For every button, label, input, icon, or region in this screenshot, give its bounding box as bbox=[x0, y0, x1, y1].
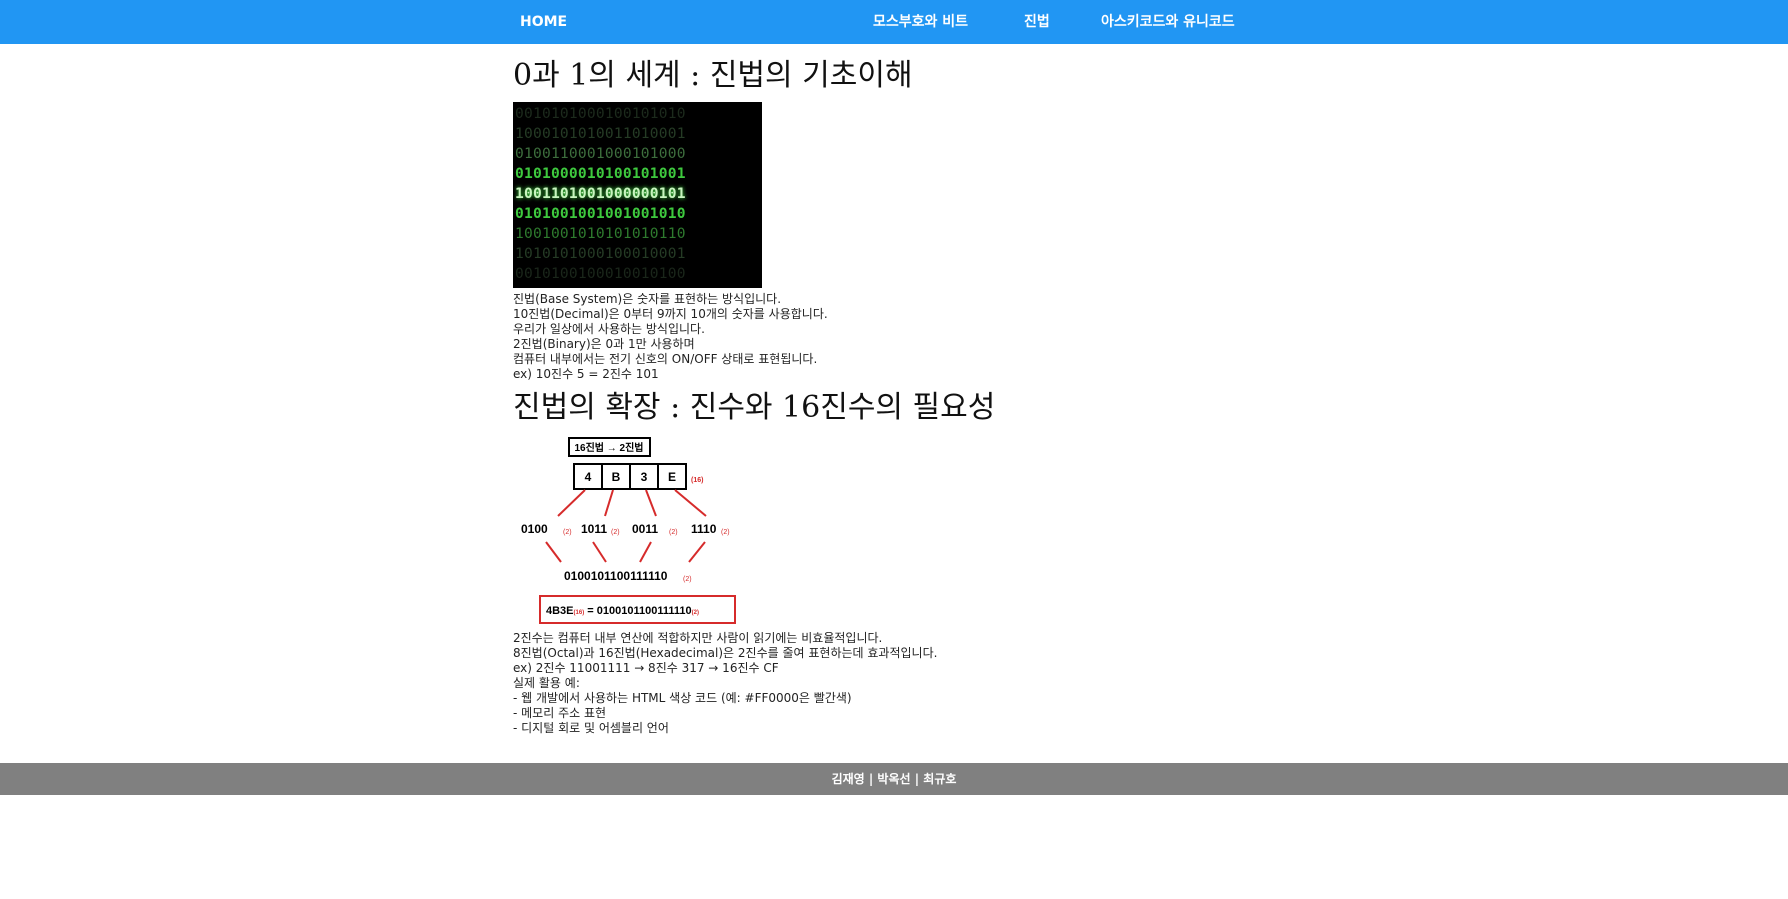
section2-line: - 메모리 주소 표현 bbox=[513, 706, 607, 720]
section2-line: 2진수는 컴퓨터 내부 연산에 적합하지만 사람이 읽기에는 비효율적입니다. bbox=[513, 631, 883, 645]
result-equals: = bbox=[584, 605, 597, 617]
binary-subscript: (2) bbox=[721, 529, 730, 536]
footer: 김재영 | 박옥선 | 최규호 bbox=[0, 763, 1788, 795]
matrix-row: 0101001001001001010 bbox=[515, 205, 686, 222]
top-navbar: HOME 모스부호와 비트 진법 아스키코드와 유니코드 bbox=[0, 0, 1788, 44]
binary-matrix-image: 0010101000100101010 1000101010011010001 … bbox=[513, 102, 762, 288]
matrix-row: 1001001010101010110 bbox=[515, 225, 686, 242]
section2-line: 8진법(Octal)과 16진법(Hexadecimal)은 2진수를 줄여 표… bbox=[513, 646, 938, 660]
result-box: 4B3E(16) = 0100101100111110(2) bbox=[546, 605, 699, 617]
section2-title: 진법의 확장 : 진수와 16진수의 필요성 bbox=[513, 390, 996, 425]
section1-line: 10진법(Decimal)은 0부터 9까지 10개의 숫자를 사용합니다. bbox=[513, 307, 828, 321]
main-content: 0과 1의 세계 : 진법의 기초이해 0010101000100101010 … bbox=[513, 44, 1413, 736]
result-binary: 0100101100111110 bbox=[597, 605, 692, 617]
matrix-row: 1000101010011010001 bbox=[515, 125, 686, 142]
hex-subscript: (16) bbox=[691, 477, 703, 484]
binary-subscript: (2) bbox=[669, 529, 678, 536]
nav-home-link[interactable]: HOME bbox=[520, 0, 567, 44]
binary-subscript: (2) bbox=[563, 529, 572, 536]
combined-binary: 0100101100111110 bbox=[564, 569, 668, 583]
section2-line: - 디지털 회로 및 어셈블리 언어 bbox=[513, 721, 669, 735]
nav-base-link[interactable]: 진법 bbox=[1024, 0, 1050, 44]
matrix-row: 1001101001000000101 bbox=[515, 185, 686, 202]
binary-subscript: (2) bbox=[611, 529, 620, 536]
matrix-row: 0010101000100101010 bbox=[515, 105, 686, 122]
hex-to-binary-diagram: 16진법 → 2진법 4 B 3 E (16) 0100 (2) 1011 (2… bbox=[521, 437, 736, 624]
hex-digit: 3 bbox=[641, 470, 648, 484]
nav-morse-link[interactable]: 모스부호와 비트 bbox=[873, 0, 968, 44]
binary-group: 1011 bbox=[581, 522, 607, 536]
binary-group: 1110 bbox=[691, 522, 717, 536]
section1-title: 0과 1의 세계 : 진법의 기초이해 bbox=[513, 58, 913, 93]
section2-line: 실제 활용 예: bbox=[513, 676, 580, 690]
nav-ascii-link[interactable]: 아스키코드와 유니코드 bbox=[1101, 0, 1235, 44]
result-binary-subscript: (2) bbox=[692, 610, 699, 616]
section1-line: 컴퓨터 내부에서는 전기 신호의 ON/OFF 상태로 표현됩니다. bbox=[513, 352, 818, 366]
hex-digit: 4 bbox=[585, 470, 592, 484]
matrix-row: 0101000010100101001 bbox=[515, 165, 686, 182]
matrix-row: 0010100100010010100 bbox=[515, 265, 686, 282]
section1-line: 우리가 일상에서 사용하는 방식입니다. bbox=[513, 322, 705, 336]
binary-group: 0100 bbox=[521, 522, 548, 536]
matrix-row: 0100110001000101000 bbox=[515, 145, 686, 162]
section2-line: ex) 2진수 11001111 → 8진수 317 → 16진수 CF bbox=[513, 661, 779, 675]
section1-text: 진법(Base System)은 숫자를 표현하는 방식입니다. 10진법(De… bbox=[513, 292, 1413, 382]
matrix-row: 1010101000100010001 bbox=[515, 245, 686, 262]
footer-credits: 김재영 | 박옥선 | 최규호 bbox=[831, 772, 957, 786]
diagram-header: 16진법 → 2진법 bbox=[574, 441, 643, 454]
section1-line: 진법(Base System)은 숫자를 표현하는 방식입니다. bbox=[513, 292, 782, 306]
result-hex-subscript: (16) bbox=[574, 610, 585, 616]
section1-line: 2진법(Binary)은 0과 1만 사용하며 bbox=[513, 337, 695, 351]
section1-line: ex) 10진수 5 = 2진수 101 bbox=[513, 367, 659, 381]
binary-group: 0011 bbox=[632, 522, 658, 536]
section2-text: 2진수는 컴퓨터 내부 연산에 적합하지만 사람이 읽기에는 비효율적입니다. … bbox=[513, 631, 1413, 736]
hex-digit: B bbox=[612, 470, 621, 484]
result-hex: 4B3E bbox=[546, 605, 574, 617]
binary-subscript: (2) bbox=[683, 576, 692, 583]
section2-line: - 웹 개발에서 사용하는 HTML 색상 코드 (예: #FF0000은 빨간… bbox=[513, 691, 852, 705]
hex-digit: E bbox=[668, 470, 676, 484]
